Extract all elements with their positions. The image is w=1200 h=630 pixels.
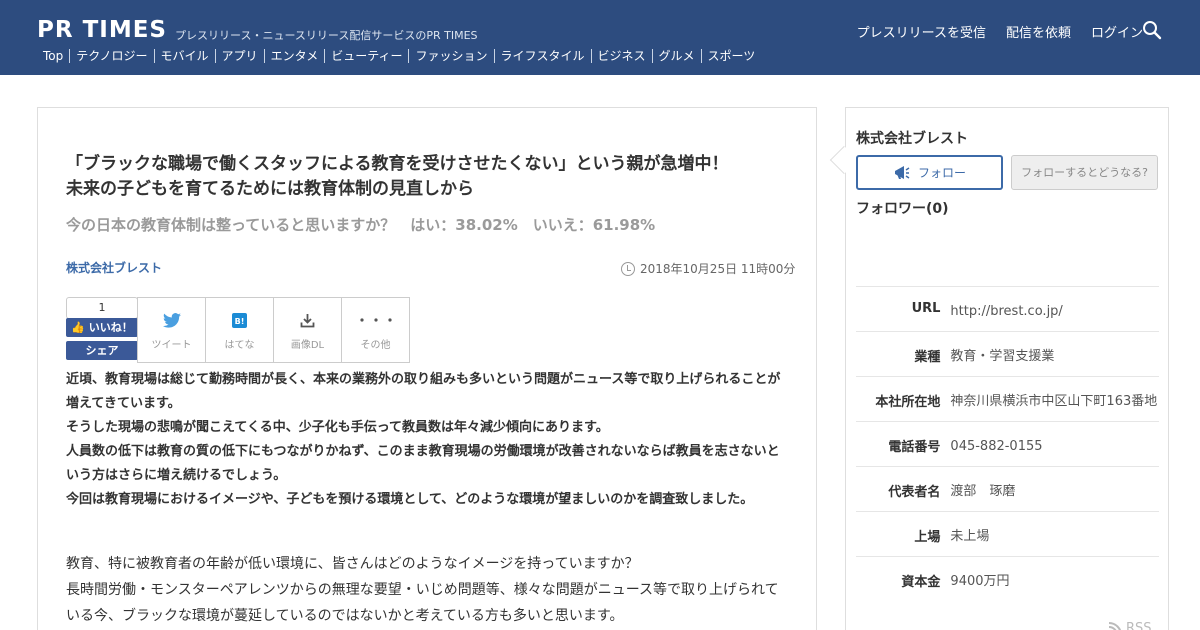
rss-icon (1108, 621, 1122, 630)
info-row-capital: 資本金 9400万円 (856, 556, 1159, 601)
title-line-2: 未来の子どもを育てるためには教育体制の見直しから (66, 179, 474, 199)
rss-label: RSS (1126, 621, 1152, 630)
date-text: 2018年10月25日 11時00分 (640, 262, 796, 276)
download-icon (274, 312, 341, 328)
nav-login[interactable]: ログイン (1091, 22, 1143, 41)
hatena-label: はてな (224, 340, 255, 351)
category-sports[interactable]: スポーツ (700, 49, 762, 63)
category-mobile[interactable]: モバイル (153, 49, 215, 63)
hatena-bookmark-icon: B! (206, 312, 273, 328)
article-lead: 近頃、教育現場は総じて勤務時間が長く、本来の業務外の取り組みも多いという問題がニ… (66, 368, 788, 512)
company-url-link[interactable]: http://brest.co.jp/ (950, 287, 1159, 331)
clock-icon (621, 261, 635, 276)
sidebar-pointer (829, 145, 859, 175)
like-count: 1 (66, 297, 138, 319)
title-line-1: 「ブラックな職場で働くスタッフによる教育を受けさせたくない」という親が急増中！ (66, 154, 729, 174)
image-download-button[interactable]: 画像DL (273, 297, 342, 363)
info-key: 代表者名 (888, 485, 941, 500)
facebook-share-button[interactable]: シェア (66, 341, 138, 360)
article-subtitle: 今の日本の教育体制は整っていると思いますか？ はい：38.02% いいえ：61.… (66, 216, 656, 234)
info-key: 上場 (914, 530, 941, 545)
like-label: いいね！ (88, 321, 133, 334)
megaphone-icon (894, 165, 910, 179)
rss-link[interactable]: RSS (1108, 621, 1152, 630)
search-icon[interactable] (1142, 20, 1162, 40)
tweet-button[interactable]: ツイート (137, 297, 206, 363)
category-business[interactable]: ビジネス (590, 49, 652, 63)
header-nav: プレスリリースを受信 配信を依頼 ログイン (857, 22, 1143, 41)
image-download-label: 画像DL (290, 340, 325, 351)
lead-paragraph: そうした現場の悲鳴が聞こえてくる中、少子化も手伝って教員数は年々減少傾向にありま… (66, 420, 609, 435)
company-link[interactable]: 株式会社ブレスト (66, 259, 162, 276)
info-value: 未上場 (950, 529, 990, 544)
info-key: URL (911, 301, 941, 316)
body-paragraph: 教育、特に被教育者の年齢が低い環境に、皆さんはどのようなイメージを持っていますか… (66, 556, 639, 572)
info-key: 資本金 (901, 575, 941, 590)
publish-date: 2018年10月25日 11時00分 (621, 260, 795, 277)
category-nav: Top テクノロジー モバイル アプリ エンタメ ビューティー ファッション ラ… (37, 49, 761, 63)
category-lifestyle[interactable]: ライフスタイル (493, 49, 591, 63)
article-card: 「ブラックな職場で働くスタッフによる教育を受けさせたくない」という親が急増中！ … (37, 107, 817, 630)
category-gourmet[interactable]: グルメ (651, 49, 701, 63)
share-bar: 1 👍 いいね！ シェア ツイート B! はてな 画像DL その他 (66, 297, 410, 363)
follow-label: フォロー (917, 166, 966, 180)
article-title: 「ブラックな職場で働くスタッフによる教育を受けさせたくない」という親が急増中！ … (66, 152, 786, 202)
lead-paragraph: 今回は教育現場におけるイメージや、子どもを預ける環境として、どのような環境が望ま… (66, 492, 754, 507)
facebook-like-box: 1 👍 いいね！ シェア (66, 297, 138, 363)
hatena-button[interactable]: B! はてな (205, 297, 274, 363)
follow-button[interactable]: フォロー (856, 155, 1003, 190)
svg-text:B!: B! (235, 317, 245, 326)
more-dots-icon (342, 312, 409, 328)
like-button[interactable]: 👍 いいね！ (66, 318, 138, 337)
info-row-address: 本社所在地 神奈川県横浜市中区山下町163番地 (856, 376, 1159, 421)
info-value: 渡部 琢磨 (950, 484, 1016, 499)
info-key: 電話番号 (888, 440, 941, 455)
category-beauty[interactable]: ビューティー (324, 49, 408, 63)
info-key: 本社所在地 (875, 395, 941, 410)
follower-count: フォロワー(0) (856, 201, 949, 217)
site-tagline: プレスリリース・ニュースリリース配信サービスのPR TIMES (175, 29, 478, 42)
company-sidebar: 株式会社ブレスト フォロー フォローするとどうなる? フォロワー(0) URL … (829, 107, 1169, 630)
info-key: 業種 (914, 350, 941, 365)
site-header: PR TIMES プレスリリース・ニュースリリース配信サービスのPR TIMES… (0, 0, 1200, 75)
nav-request-distribution[interactable]: 配信を依頼 (1006, 22, 1071, 41)
article-body: 教育、特に被教育者の年齢が低い環境に、皆さんはどのようなイメージを持っていますか… (66, 551, 788, 629)
thumbs-up-icon: 👍 (71, 321, 85, 334)
more-button[interactable]: その他 (341, 297, 410, 363)
info-value: 神奈川県横浜市中区山下町163番地 (950, 394, 1158, 409)
company-info-table: URL http://brest.co.jp/ 業種 教育・学習支援業 本社所在… (856, 286, 1159, 601)
nav-receive-releases[interactable]: プレスリリースを受信 (857, 22, 986, 41)
category-top[interactable]: Top (37, 49, 69, 63)
info-row-representative: 代表者名 渡部 琢磨 (856, 466, 1159, 511)
info-value: 教育・学習支援業 (950, 349, 1055, 364)
category-apps[interactable]: アプリ (214, 49, 264, 63)
more-label: その他 (360, 340, 391, 351)
info-row-industry: 業種 教育・学習支援業 (856, 331, 1159, 376)
info-value: 045-882-0155 (950, 439, 1043, 454)
body-paragraph: 長時間労働・モンスターペアレンツからの無理な要望・いじめ問題等、様々な問題がニュ… (66, 582, 779, 624)
follow-help-button[interactable]: フォローするとどうなる? (1011, 155, 1158, 190)
info-value: 9400万円 (950, 574, 1010, 589)
info-row-url: URL http://brest.co.jp/ (856, 286, 1159, 331)
lead-paragraph: 人員数の低下は教育の質の低下にもつながりかねず、このまま教育現場の労働環境が改善… (66, 444, 780, 483)
sidebar-company-name[interactable]: 株式会社ブレスト (856, 128, 968, 148)
lead-paragraph: 近頃、教育現場は総じて勤務時間が長く、本来の業務外の取り組みも多いという問題がニ… (66, 372, 781, 411)
category-fashion[interactable]: ファッション (408, 49, 493, 63)
prtimes-logo[interactable]: PR TIMES (37, 17, 167, 43)
info-row-listing: 上場 未上場 (856, 511, 1159, 556)
category-technology[interactable]: テクノロジー (69, 49, 153, 63)
info-row-phone: 電話番号 045-882-0155 (856, 421, 1159, 466)
tweet-label: ツイート (151, 340, 192, 351)
twitter-bird-icon (138, 312, 205, 328)
category-entertainment[interactable]: エンタメ (263, 49, 325, 63)
